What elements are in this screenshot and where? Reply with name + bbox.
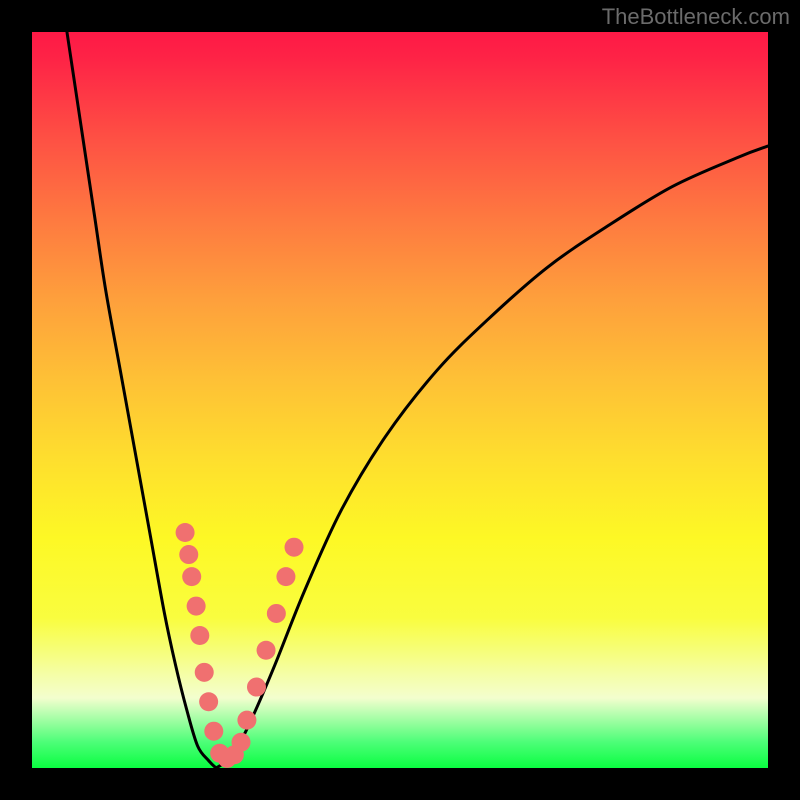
data-marker [247,678,266,697]
data-marker [285,538,304,557]
data-markers [176,523,304,768]
data-marker [199,692,218,711]
data-marker [195,663,214,682]
data-marker [267,604,286,623]
data-marker [187,597,206,616]
data-marker [204,722,223,741]
right-curve [216,146,768,768]
data-marker [237,711,256,730]
data-marker [182,567,201,586]
chart-frame: TheBottleneck.com [0,0,800,800]
data-marker [190,626,209,645]
data-marker [257,641,276,660]
chart-svg [32,32,768,768]
attribution-text: TheBottleneck.com [602,4,790,30]
data-marker [179,545,198,564]
data-marker [176,523,195,542]
data-marker [232,733,251,752]
left-curve [61,32,216,768]
plot-area [32,32,768,768]
data-marker [276,567,295,586]
